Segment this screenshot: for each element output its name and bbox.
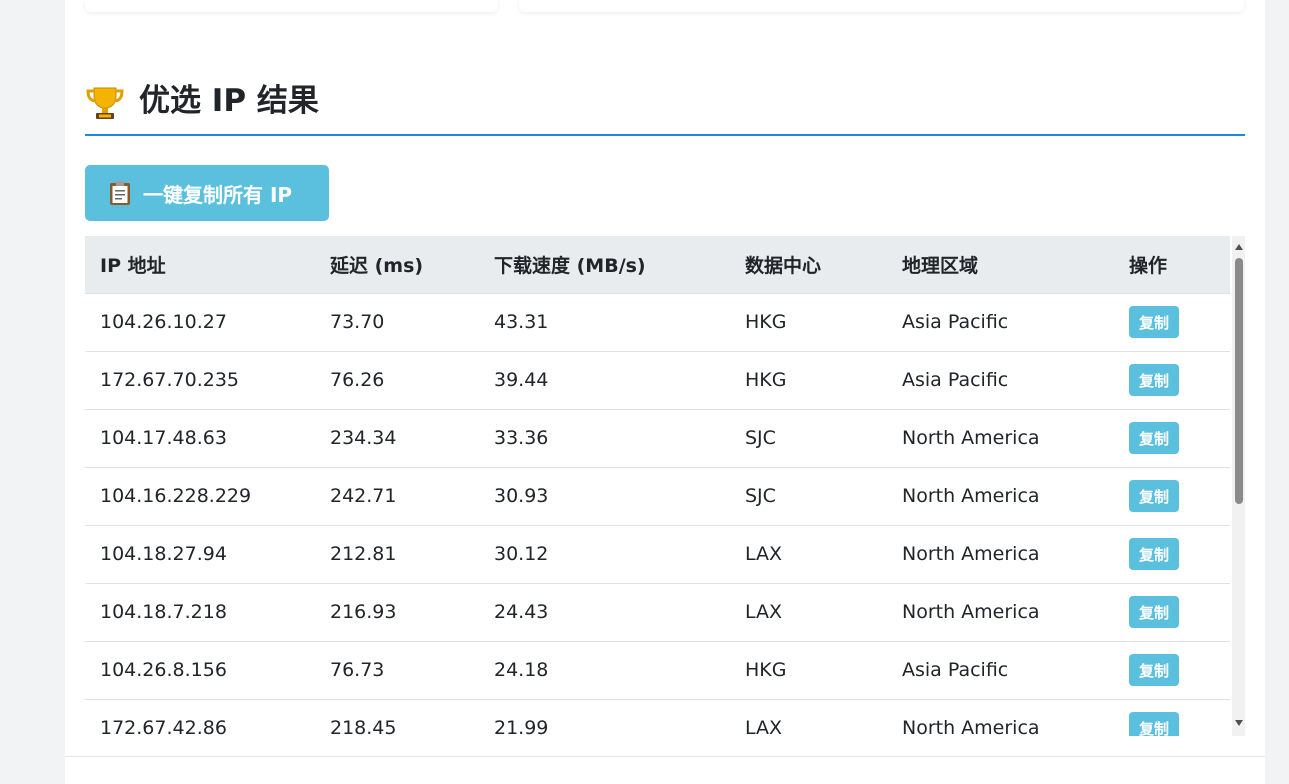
cell-speed: 30.12 bbox=[479, 525, 730, 584]
cell-latency: 218.45 bbox=[315, 699, 479, 736]
copy-button[interactable]: 复制 bbox=[1129, 538, 1179, 570]
copy-button[interactable]: 复制 bbox=[1129, 364, 1179, 396]
table-row: 104.26.10.27 73.70 43.31 HKG Asia Pacifi… bbox=[85, 293, 1230, 352]
cell-latency: 216.93 bbox=[315, 583, 479, 642]
cell-speed: 21.99 bbox=[479, 699, 730, 736]
header-latency: 延迟 (ms) bbox=[315, 236, 479, 294]
cell-speed: 39.44 bbox=[479, 351, 730, 410]
copy-all-ip-button[interactable]: 一键复制所有 IP bbox=[85, 165, 329, 221]
cell-speed: 33.36 bbox=[479, 409, 730, 468]
cell-colo: SJC bbox=[730, 467, 887, 526]
cell-latency: 212.81 bbox=[315, 525, 479, 584]
cell-region: North America bbox=[887, 583, 1114, 642]
trophy-icon bbox=[86, 87, 124, 119]
table-row: 104.16.228.229 242.71 30.93 SJC North Am… bbox=[85, 467, 1230, 526]
table-row: 172.67.42.86 218.45 21.99 LAX North Amer… bbox=[85, 699, 1230, 736]
cell-latency: 234.34 bbox=[315, 409, 479, 468]
table-scrollbar[interactable] bbox=[1232, 236, 1245, 736]
cell-region: Asia Pacific bbox=[887, 641, 1114, 700]
header-action: 操作 bbox=[1114, 236, 1230, 294]
cell-latency: 73.70 bbox=[315, 293, 479, 352]
cell-ip: 104.17.48.63 bbox=[85, 409, 315, 468]
cell-colo: LAX bbox=[730, 525, 887, 584]
header-ip: IP 地址 bbox=[85, 236, 315, 294]
cell-colo: LAX bbox=[730, 583, 887, 642]
cell-ip: 104.26.8.156 bbox=[85, 641, 315, 700]
scroll-thumb[interactable] bbox=[1235, 258, 1243, 504]
cell-speed: 43.31 bbox=[479, 293, 730, 352]
header-colo: 数据中心 bbox=[730, 236, 887, 294]
page-title: 优选 IP 结果 bbox=[139, 83, 319, 119]
cell-latency: 76.26 bbox=[315, 351, 479, 410]
divider bbox=[65, 756, 1265, 757]
cell-ip: 104.26.10.27 bbox=[85, 293, 315, 352]
scroll-down-arrow-icon[interactable] bbox=[1235, 720, 1243, 726]
copy-button[interactable]: 复制 bbox=[1129, 654, 1179, 686]
cell-colo: LAX bbox=[730, 699, 887, 736]
cell-ip: 104.16.228.229 bbox=[85, 467, 315, 526]
cell-region: North America bbox=[887, 699, 1114, 736]
cell-region: Asia Pacific bbox=[887, 351, 1114, 410]
copy-all-label: 一键复制所有 IP bbox=[143, 182, 293, 207]
cell-ip: 172.67.70.235 bbox=[85, 351, 315, 410]
table-row: 104.18.27.94 212.81 30.12 LAX North Amer… bbox=[85, 525, 1230, 584]
results-table: IP 地址 延迟 (ms) 下载速度 (MB/s) 数据中心 地理区域 操作 1… bbox=[85, 236, 1230, 736]
cell-ip: 104.18.7.218 bbox=[85, 583, 315, 642]
cell-region: Asia Pacific bbox=[887, 293, 1114, 352]
cell-latency: 242.71 bbox=[315, 467, 479, 526]
copy-button[interactable]: 复制 bbox=[1129, 480, 1179, 512]
results-table-container: IP 地址 延迟 (ms) 下载速度 (MB/s) 数据中心 地理区域 操作 1… bbox=[85, 236, 1245, 736]
cell-region: North America bbox=[887, 467, 1114, 526]
table-row: 104.26.8.156 76.73 24.18 HKG Asia Pacifi… bbox=[85, 641, 1230, 700]
table-row: 104.17.48.63 234.34 33.36 SJC North Amer… bbox=[85, 409, 1230, 468]
header-speed: 下载速度 (MB/s) bbox=[479, 236, 730, 294]
cell-speed: 24.18 bbox=[479, 641, 730, 700]
copy-button[interactable]: 复制 bbox=[1129, 306, 1179, 338]
copy-button[interactable]: 复制 bbox=[1129, 596, 1179, 628]
copy-button[interactable]: 复制 bbox=[1129, 712, 1179, 736]
cell-ip: 172.67.42.86 bbox=[85, 699, 315, 736]
table-row: 104.18.7.218 216.93 24.43 LAX North Amer… bbox=[85, 583, 1230, 642]
copy-button[interactable]: 复制 bbox=[1129, 422, 1179, 454]
cell-ip: 104.18.27.94 bbox=[85, 525, 315, 584]
clipboard-icon bbox=[110, 181, 130, 205]
table-header-row: IP 地址 延迟 (ms) 下载速度 (MB/s) 数据中心 地理区域 操作 bbox=[85, 236, 1230, 294]
cell-latency: 76.73 bbox=[315, 641, 479, 700]
top-card-left bbox=[85, 0, 498, 12]
cell-colo: HKG bbox=[730, 351, 887, 410]
cell-region: North America bbox=[887, 525, 1114, 584]
main-panel: 优选 IP 结果 一键复制所有 IP IP 地址 延迟 (ms) 下载速度 (M… bbox=[65, 0, 1265, 784]
cell-speed: 24.43 bbox=[479, 583, 730, 642]
header-region: 地理区域 bbox=[887, 236, 1114, 294]
top-card-right bbox=[519, 0, 1244, 12]
cell-speed: 30.93 bbox=[479, 467, 730, 526]
cell-colo: SJC bbox=[730, 409, 887, 468]
cell-colo: HKG bbox=[730, 641, 887, 700]
section-header: 优选 IP 结果 bbox=[85, 78, 1245, 136]
cell-colo: HKG bbox=[730, 293, 887, 352]
table-row: 172.67.70.235 76.26 39.44 HKG Asia Pacif… bbox=[85, 351, 1230, 410]
scroll-up-arrow-icon[interactable] bbox=[1235, 244, 1243, 250]
cell-region: North America bbox=[887, 409, 1114, 468]
